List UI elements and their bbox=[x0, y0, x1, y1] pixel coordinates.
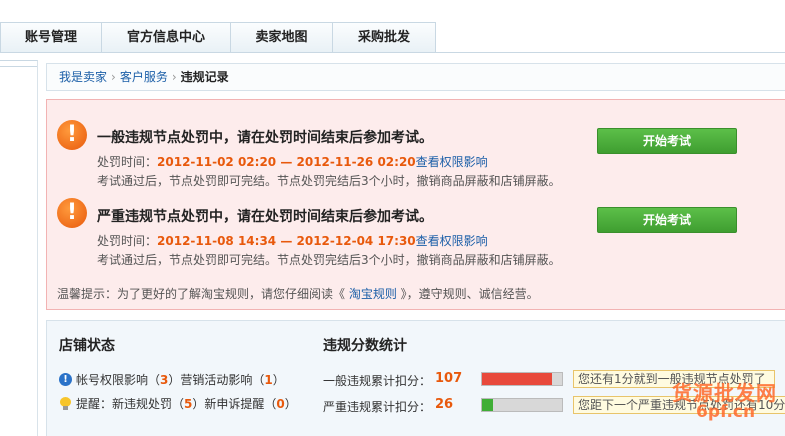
top-nav: 账号管理 官方信息中心 卖家地图 采购批发 bbox=[0, 0, 785, 53]
tab-account-management[interactable]: 账号管理 bbox=[0, 22, 102, 52]
sidebar-header bbox=[0, 61, 37, 67]
breadcrumb-separator: › bbox=[111, 70, 116, 84]
start-exam-button[interactable]: 开始考试 bbox=[597, 207, 737, 233]
general-violation-callout: 您还有1分就到一般违规节点处罚了 bbox=[573, 370, 775, 388]
taobao-rules-link[interactable]: 淘宝规则 bbox=[345, 287, 401, 301]
warning-icon: ! bbox=[57, 120, 87, 150]
alert-time-label: 处罚时间： bbox=[97, 155, 158, 169]
general-violation-score-bar bbox=[481, 372, 563, 386]
nav-divider bbox=[0, 52, 785, 53]
tab-seller-map[interactable]: 卖家地图 bbox=[231, 22, 333, 52]
view-permission-impact-link[interactable]: 查看权限影响 bbox=[416, 234, 488, 248]
new-appeal-count[interactable]: 0 bbox=[276, 397, 284, 411]
shop-status-line-permissions: ! 帐号权限影响（ 3 ）营销活动影响（ 1） bbox=[59, 371, 285, 388]
paren-close: ） bbox=[272, 373, 285, 387]
new-appeal-label: ）新申诉提醒（ bbox=[192, 397, 277, 411]
breadcrumb-separator: › bbox=[171, 70, 177, 84]
sidebar bbox=[0, 60, 38, 436]
serious-violation-score-bar bbox=[481, 398, 563, 412]
alert-time-row: 处罚时间：2012-11-08 14:34 — 2012-12-04 17:30… bbox=[97, 232, 488, 249]
shop-status-line-reminders: 提醒：新违规处罚（ 5 ）新申诉提醒（ 0） bbox=[59, 395, 297, 412]
serious-violation-callout: 您距下一个严重违规节点处罚还有10分 bbox=[573, 396, 785, 414]
general-violation-score-value: 107 bbox=[435, 371, 463, 386]
alert-title: 严重违规节点处罚中，请在处罚时间结束后参加考试。 bbox=[97, 209, 433, 225]
nav-tabs: 账号管理 官方信息中心 卖家地图 采购批发 bbox=[0, 22, 436, 52]
score-bar-fill bbox=[482, 399, 494, 411]
alert-time-range: 2012-11-02 02:20 — 2012-11-26 02:20 bbox=[157, 155, 416, 169]
lightbulb-icon bbox=[59, 396, 72, 411]
alert-note: 考试通过后，节点处罚即可完结。节点处罚完结后3个小时，撤销商品屏蔽和店铺屏蔽。 bbox=[97, 253, 561, 267]
alert-title: 一般违规节点处罚中，请在处罚时间结束后参加考试。 bbox=[97, 130, 433, 146]
start-exam-button[interactable]: 开始考试 bbox=[597, 128, 737, 154]
tab-official-info-center[interactable]: 官方信息中心 bbox=[102, 22, 231, 52]
alert-time-label: 处罚时间： bbox=[97, 234, 158, 248]
warning-icon: ! bbox=[57, 198, 87, 228]
breadcrumb-item-seller[interactable]: 我是卖家 bbox=[59, 70, 107, 84]
shop-status-title: 店铺状态 bbox=[59, 338, 115, 354]
score-stats-title: 违规分数统计 bbox=[323, 338, 407, 354]
violation-alert-panel: ! 一般违规节点处罚中，请在处罚时间结束后参加考试。 处罚时间：2012-11-… bbox=[46, 99, 785, 310]
info-icon: ! bbox=[59, 373, 72, 386]
tab-purchase-wholesale[interactable]: 采购批发 bbox=[333, 22, 436, 52]
tip-prefix: 温馨提示：为了更好的了解淘宝规则，请您仔细阅读《 bbox=[57, 287, 346, 301]
alert-time-row: 处罚时间：2012-11-02 02:20 — 2012-11-26 02:20… bbox=[97, 153, 488, 170]
view-permission-impact-link[interactable]: 查看权限影响 bbox=[416, 155, 488, 169]
new-violation-count[interactable]: 5 bbox=[184, 397, 192, 411]
tip-text: 温馨提示：为了更好的了解淘宝规则，请您仔细阅读《 淘宝规则 》，遵守规则、诚信经… bbox=[57, 285, 539, 302]
alert-note: 考试通过后，节点处罚即可完结。节点处罚完结后3个小时，撤销商品屏蔽和店铺屏蔽。 bbox=[97, 174, 561, 188]
serious-violation-score-value: 26 bbox=[435, 397, 454, 412]
breadcrumb: 我是卖家 › 客户服务 › 违规记录 bbox=[46, 63, 785, 91]
alert-time-range: 2012-11-08 14:34 — 2012-12-04 17:30 bbox=[157, 234, 416, 248]
score-bar-fill bbox=[482, 373, 553, 385]
serious-violation-score-label: 严重违规累计扣分： bbox=[323, 400, 432, 414]
marketing-impact-label: ）营销活动影响（ bbox=[168, 373, 265, 387]
permission-impact-count[interactable]: 3 bbox=[160, 373, 168, 387]
stats-panel: 店铺状态 ! 帐号权限影响（ 3 ）营销活动影响（ 1） 提醒：新违规处罚（ 5 ）新申诉… bbox=[46, 320, 785, 436]
new-violation-label: 提醒：新违规处罚（ bbox=[76, 397, 185, 411]
general-violation-score-label: 一般违规累计扣分： bbox=[323, 374, 432, 388]
breadcrumb-item-customer-service[interactable]: 客户服务 bbox=[120, 70, 168, 84]
permission-impact-label: 帐号权限影响（ bbox=[76, 373, 161, 387]
marketing-impact-count[interactable]: 1 bbox=[264, 373, 272, 387]
breadcrumb-current: 违规记录 bbox=[180, 70, 229, 84]
paren-close: ） bbox=[284, 397, 297, 411]
tip-suffix: 》，遵守规则、诚信经营。 bbox=[400, 287, 539, 301]
